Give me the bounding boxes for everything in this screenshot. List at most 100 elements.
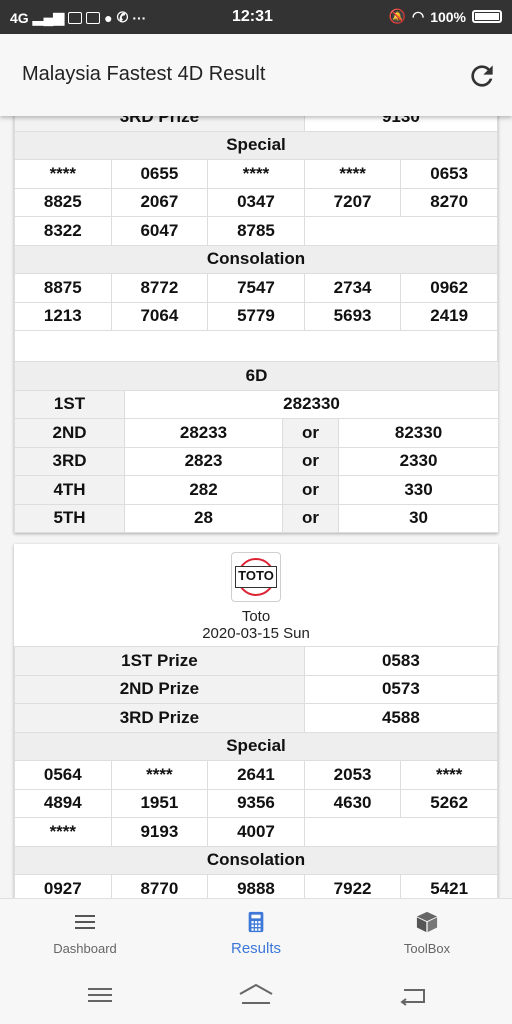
special-number: 4894 [14,788,112,818]
table-row: 6D [13,361,500,391]
consolation-number: 5779 [207,301,305,331]
recent-apps-icon[interactable] [80,980,120,1010]
special-number: **** [110,760,209,790]
prize-table: 3RD Prize 9130 Special **** 0655 **** **… [14,116,499,331]
table-row: 3RD Prize 9130 [14,116,499,132]
table-row: 5TH 28 or 30 [14,503,500,533]
special-number: 8270 [400,187,498,217]
special-number: **** [14,817,112,847]
sixd-table: 6D 1ST 282330 2ND 28233 or 82330 3RD 282… [13,361,500,533]
sixd-or: or [282,418,339,448]
nav-results[interactable]: Results [171,899,341,967]
prize-value: 9130 [303,116,499,132]
battery-icon [472,10,502,23]
table-row: Special [14,731,498,761]
refresh-icon[interactable] [466,60,498,92]
toto-logo: TOTO [231,552,281,602]
consolation-number: 2734 [303,273,402,303]
result-card-toto[interactable]: TOTO Toto 2020-03-15 Sun 1ST Prize 0583 … [14,544,499,898]
consolation-number: 7547 [207,273,305,303]
prize-table: 1ST Prize 0583 2ND Prize 0573 3RD Prize … [14,646,499,898]
status-left-icons: 4G ▂▄▆ ● ✆ ··· [10,9,146,26]
special-number: **** [400,760,498,790]
special-number: **** [303,159,402,189]
sixd-label: 1ST [14,389,125,419]
prize-label: 1ST Prize [14,646,305,676]
table-row: 0564 **** 2641 2053 **** [14,760,498,790]
table-row: **** 9193 4007 [14,817,499,847]
sixd-value: 28233 [124,418,283,448]
table-row: 2ND 28233 or 82330 [14,418,500,448]
sixd-or: or [282,503,339,533]
sixd-value: 330 [337,475,500,505]
home-icon[interactable] [236,980,276,1010]
prize-value: 0583 [303,646,499,676]
special-number: 4007 [207,817,305,847]
table-row: Special [14,130,498,160]
consolation-number: 5421 [400,874,498,898]
sixd-label: 3RD [14,446,125,476]
mute-icon: 🔕 [388,8,406,24]
empty-cell [303,216,499,246]
nav-dashboard[interactable]: Dashboard [0,899,170,967]
nav-label: Dashboard [53,941,117,956]
special-number: **** [14,159,112,189]
table-spacer [14,331,498,361]
sixd-label: 2ND [14,418,125,448]
special-number: 8785 [207,216,305,246]
table-row: 3RD 2823 or 2330 [14,446,500,476]
special-number: 4630 [303,788,402,818]
back-icon[interactable] [392,980,432,1010]
table-row: 2ND Prize 0573 [14,674,499,704]
bottom-nav: Dashboard Results ToolBox [0,898,512,966]
special-number: 5262 [400,788,498,818]
table-row: 1ST Prize 0583 [14,646,499,676]
sixd-header: 6D [13,361,500,391]
special-number: 2053 [303,760,402,790]
special-number: 7207 [303,187,402,217]
special-number: 0564 [14,760,112,790]
sixd-value: 2823 [124,446,283,476]
app-bar: Malaysia Fastest 4D Result [0,34,512,116]
special-number: 1951 [110,788,209,818]
consolation-number: 5693 [303,301,402,331]
sixd-label: 5TH [14,503,125,533]
result-card-4d: 3RD Prize 9130 Special **** 0655 **** **… [13,116,500,533]
special-number: 6047 [110,216,209,246]
table-row: Consolation [14,244,498,274]
nav-label: ToolBox [403,941,451,956]
special-number: 2641 [207,760,305,790]
phone-icon: ✆ [116,9,129,25]
special-number: 9193 [110,817,209,847]
nav-toolbox[interactable]: ToolBox [342,899,512,967]
chat-icon: ● [104,9,113,26]
sixd-or: or [282,446,339,476]
status-time: 12:31 [232,8,273,25]
consolation-number: 0927 [14,874,112,898]
prize-value: 4588 [303,703,499,733]
status-bar: 4G ▂▄▆ ● ✆ ··· 12:31 🔕 ◠ 100% [0,0,512,34]
nav-label: Results [230,940,282,957]
sixd-label: 4TH [14,475,125,505]
table-row: **** 0655 **** **** 0653 [14,159,498,189]
table-row: 0927 8770 9888 7922 5421 [14,874,498,898]
table-row: 1213 7064 5779 5693 2419 [14,301,498,331]
table-row: Consolation [14,845,498,875]
sixd-value: 30 [337,503,500,533]
results-list[interactable]: 3RD Prize 9130 Special **** 0655 **** **… [0,116,512,898]
sixd-value: 2330 [337,446,500,476]
special-number: 2067 [110,187,209,217]
sixd-value: 282330 [123,389,500,419]
calculator-icon [248,911,264,933]
menu-icon [75,915,95,929]
sixd-or: or [282,475,339,505]
consolation-number: 7064 [110,301,209,331]
more-notifications-icon: ··· [132,9,147,26]
battery-percent: 100% [430,8,466,25]
network-type: 4G [10,9,29,26]
prize-value: 0573 [303,674,499,704]
special-number: 0653 [400,159,498,189]
system-nav [0,966,512,1024]
consolation-number: 9888 [207,874,305,898]
sixd-value: 282 [124,475,283,505]
